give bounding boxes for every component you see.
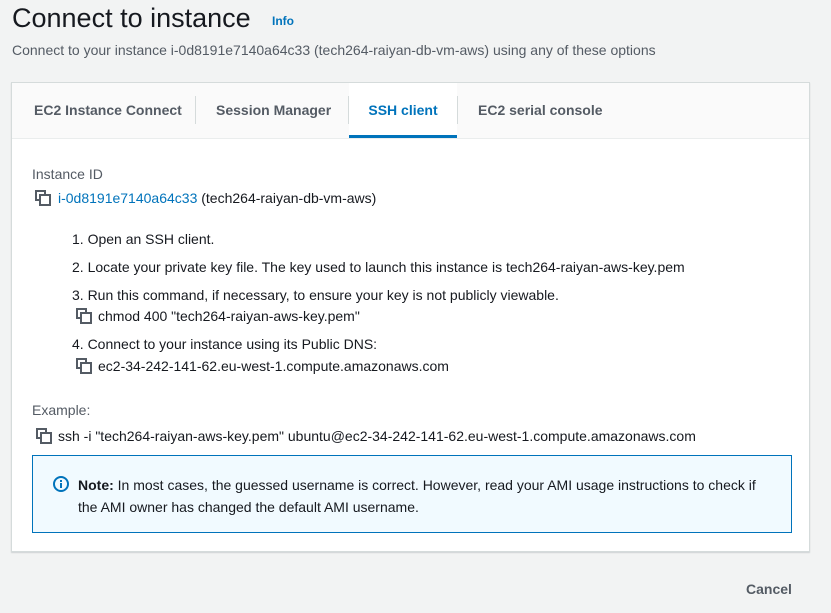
connect-panel: EC2 Instance Connect Session Manager SSH…	[11, 82, 810, 552]
public-dns: ec2-34-242-141-62.eu-west-1.compute.amaz…	[98, 358, 449, 374]
tab-divider	[195, 96, 196, 124]
tab-session-manager[interactable]: Session Manager	[216, 83, 331, 138]
page-title: Connect to instance	[12, 3, 251, 33]
copy-icon[interactable]	[35, 190, 51, 206]
tab-ec2-serial-console[interactable]: EC2 serial console	[478, 83, 603, 138]
step-3: 3. Run this command, if necessary, to en…	[72, 287, 559, 303]
tab-ec2-instance-connect[interactable]: EC2 Instance Connect	[34, 83, 182, 138]
note-body: In most cases, the guessed username is c…	[78, 477, 756, 515]
example-ssh-command: ssh -i "tech264-raiyan-aws-key.pem" ubun…	[58, 428, 696, 444]
instance-id-row: i-0d8191e7140a64c33 (tech264-raiyan-db-v…	[58, 190, 376, 206]
instance-id-label: Instance ID	[32, 166, 103, 182]
step-4: 4. Connect to your instance using its Pu…	[72, 336, 378, 352]
note-text: Note: In most cases, the guessed usernam…	[78, 474, 778, 518]
chmod-command: chmod 400 "tech264-raiyan-aws-key.pem"	[98, 308, 360, 324]
tab-ssh-client[interactable]: SSH client	[349, 83, 457, 138]
copy-icon[interactable]	[76, 358, 92, 374]
copy-icon[interactable]	[76, 308, 92, 324]
tab-divider	[457, 96, 458, 124]
step-2: 2. Locate your private key file. The key…	[72, 259, 685, 275]
copy-icon[interactable]	[36, 428, 52, 444]
instance-id-link[interactable]: i-0d8191e7140a64c33	[58, 190, 197, 206]
page-subtitle: Connect to your instance i-0d8191e7140a6…	[12, 42, 656, 58]
info-link[interactable]: Info	[272, 14, 294, 28]
note-title: Note:	[78, 477, 114, 493]
note-alert: Note: In most cases, the guessed usernam…	[32, 455, 792, 533]
cancel-button[interactable]: Cancel	[746, 581, 792, 597]
step-1: 1. Open an SSH client.	[72, 231, 215, 247]
info-circle-icon	[53, 476, 69, 497]
example-label: Example:	[32, 402, 91, 418]
tab-bar: EC2 Instance Connect Session Manager SSH…	[12, 83, 809, 139]
instance-name: (tech264-raiyan-db-vm-aws)	[201, 190, 377, 206]
